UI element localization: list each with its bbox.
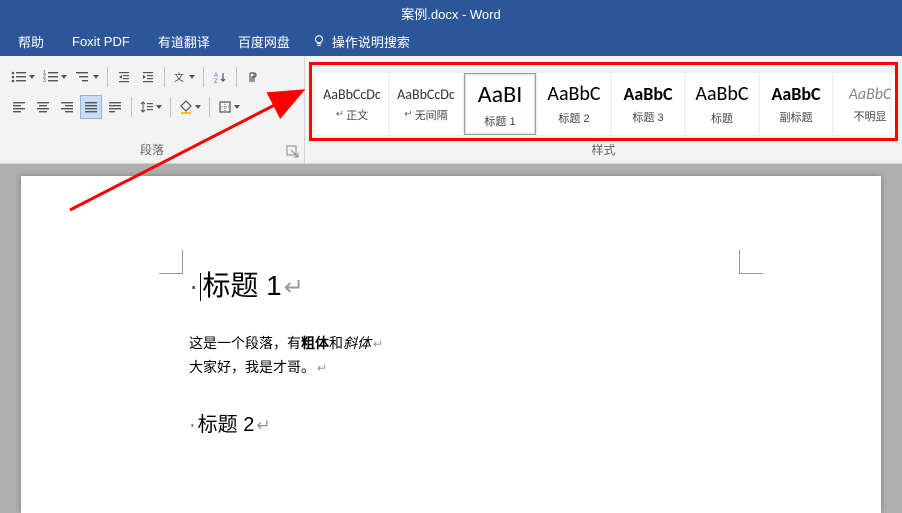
- separator: [203, 67, 204, 87]
- style-name-label: 标题: [711, 110, 733, 126]
- numbering-button[interactable]: 123: [40, 65, 70, 89]
- style-name-label: ↵无间隔: [404, 107, 447, 123]
- style-preview: AaBbCcDc: [323, 86, 381, 103]
- svg-text:3: 3: [43, 78, 46, 84]
- ribbon: 123 文 AZ: [0, 56, 902, 164]
- style-item-2[interactable]: AaBI 标题 1: [464, 73, 536, 135]
- borders-button[interactable]: [215, 95, 243, 119]
- lightbulb-icon: [312, 34, 326, 48]
- style-name-label: 标题 1: [484, 113, 515, 129]
- separator: [236, 67, 237, 87]
- align-right-button[interactable]: [56, 95, 78, 119]
- line-spacing-button[interactable]: [137, 95, 165, 119]
- paragraph-mark-icon: ↵: [284, 274, 304, 301]
- margin-corner-topleft: [159, 250, 183, 274]
- title-bar: 案例.docx - Word: [0, 0, 902, 26]
- style-item-1[interactable]: AaBbCcDc ↵无间隔: [390, 73, 462, 135]
- paragraph-group-label: 段落: [8, 141, 296, 161]
- style-name-label: 标题 2: [558, 110, 589, 126]
- align-center-button[interactable]: [32, 95, 54, 119]
- document-area: ·标题 1↵ 这是一个段落，有粗体和斜体↵ 大家好，我是才哥。↵ ·标题 2↵: [0, 164, 902, 513]
- tell-me-label: 操作说明搜索: [332, 32, 410, 51]
- styles-gallery: AaBbCcDc ↵正文 AaBbCcDc ↵无间隔 AaBI 标题 1 AaBbC 标题 2…: [309, 62, 898, 141]
- italic-text: 斜体: [343, 335, 371, 351]
- menu-foxit[interactable]: Foxit PDF: [58, 26, 144, 56]
- styles-group: AaBbCcDc ↵正文 AaBbCcDc ↵无间隔 AaBI 标题 1 AaBbC 标题 2…: [305, 56, 902, 163]
- document-page[interactable]: ·标题 1↵ 这是一个段落，有粗体和斜体↵ 大家好，我是才哥。↵ ·标题 2↵: [21, 176, 881, 513]
- shading-button[interactable]: [176, 95, 204, 119]
- tell-me-search[interactable]: 操作说明搜索: [304, 32, 410, 51]
- margin-corner-topright: [739, 250, 763, 274]
- style-item-5[interactable]: AaBbC 标题: [686, 73, 758, 135]
- menu-bar: 帮助 Foxit PDF 有道翻译 百度网盘 操作说明搜索: [0, 26, 902, 56]
- style-name-label: 副标题: [780, 109, 813, 125]
- heading-marker: ·: [189, 414, 196, 436]
- svg-text:A: A: [214, 73, 218, 79]
- pilcrow-icon: ↵: [336, 109, 344, 120]
- paragraph-mark-icon: ↵: [373, 337, 383, 351]
- text-direction-button[interactable]: 文: [170, 65, 198, 89]
- style-preview: AaBbC: [771, 83, 820, 105]
- separator: [131, 97, 132, 117]
- align-justify-button[interactable]: [80, 95, 102, 119]
- decrease-indent-button[interactable]: [113, 65, 135, 89]
- show-marks-button[interactable]: [242, 65, 264, 89]
- menu-youdao[interactable]: 有道翻译: [144, 26, 224, 56]
- svg-text:2: 2: [43, 74, 46, 80]
- align-distributed-button[interactable]: [104, 95, 126, 119]
- svg-text:1: 1: [43, 70, 46, 76]
- separator: [164, 67, 165, 87]
- paragraph-2[interactable]: 大家好，我是才哥。↵: [189, 356, 713, 380]
- svg-text:Z: Z: [214, 79, 218, 84]
- paragraph-1[interactable]: 这是一个段落，有粗体和斜体↵: [189, 332, 713, 356]
- style-item-3[interactable]: AaBbC 标题 2: [538, 73, 610, 135]
- style-preview: AaBbC: [849, 85, 892, 104]
- pilcrow-icon: ↵: [404, 109, 412, 120]
- document-title: 案例.docx - Word: [401, 4, 500, 23]
- style-preview: AaBbC: [695, 82, 748, 106]
- style-preview: AaBI: [478, 80, 522, 109]
- align-left-button[interactable]: [8, 95, 30, 119]
- paragraph-mark-icon: ↵: [256, 416, 270, 435]
- style-name-label: 标题 3: [632, 109, 663, 125]
- heading-marker: ·: [189, 270, 198, 301]
- bullets-button[interactable]: [8, 65, 38, 89]
- menu-baidu[interactable]: 百度网盘: [224, 26, 304, 56]
- svg-text:文: 文: [174, 71, 184, 84]
- heading-1[interactable]: ·标题 1↵: [189, 264, 713, 304]
- style-item-7[interactable]: AaBbC 不明显: [834, 73, 898, 135]
- sort-button[interactable]: AZ: [209, 65, 231, 89]
- style-item-6[interactable]: AaBbC 副标题: [760, 73, 832, 135]
- separator: [209, 97, 210, 117]
- paragraph-row-1: 123 文 AZ: [8, 62, 296, 92]
- bold-text: 粗体: [301, 335, 329, 351]
- paragraph-group: 123 文 AZ: [0, 56, 305, 163]
- style-preview: AaBbCcDc: [397, 86, 455, 103]
- paragraph-mark-icon: ↵: [317, 361, 327, 375]
- style-item-0[interactable]: AaBbCcDc ↵正文: [316, 73, 388, 135]
- style-name-label: ↵正文: [336, 107, 368, 123]
- increase-indent-button[interactable]: [137, 65, 159, 89]
- style-name-label: 不明显: [854, 108, 887, 124]
- paragraph-dialog-launcher[interactable]: [286, 145, 300, 159]
- separator: [107, 67, 108, 87]
- paragraph-row-2: [8, 92, 296, 122]
- menu-help[interactable]: 帮助: [4, 26, 58, 56]
- style-preview: AaBbC: [623, 83, 672, 105]
- style-preview: AaBbC: [547, 82, 600, 106]
- styles-group-label: 样式: [309, 141, 898, 161]
- multilevel-list-button[interactable]: [72, 65, 102, 89]
- separator: [170, 97, 171, 117]
- style-item-4[interactable]: AaBbC 标题 3: [612, 73, 684, 135]
- heading-2[interactable]: ·标题 2↵: [189, 408, 713, 437]
